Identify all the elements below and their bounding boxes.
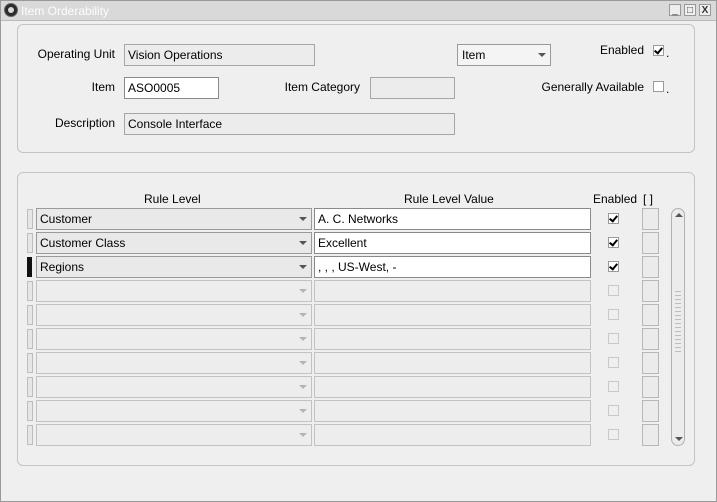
chevron-down-icon — [299, 217, 307, 221]
row-indicator[interactable] — [27, 209, 33, 229]
scroll-grip[interactable] — [675, 291, 681, 353]
rule-level-select[interactable] — [36, 304, 312, 326]
description-label: Description — [54, 116, 115, 130]
row-indicator[interactable] — [27, 257, 32, 277]
chevron-down-icon — [538, 53, 546, 57]
chevron-down-icon — [299, 337, 307, 341]
row-enabled-checkbox[interactable] — [608, 237, 619, 248]
row-flex-field-button[interactable] — [642, 376, 659, 398]
row-flex-field-button[interactable] — [642, 424, 659, 446]
item-label: Item — [91, 80, 115, 94]
item-field[interactable]: ASO0005 — [124, 77, 219, 99]
row-indicator[interactable] — [27, 281, 33, 301]
row-enabled-checkbox[interactable] — [608, 213, 619, 224]
rule-level-value-field[interactable] — [314, 328, 591, 350]
rule-level-select[interactable] — [36, 376, 312, 398]
row-enabled-checkbox[interactable] — [608, 333, 619, 344]
row-enabled-checkbox[interactable] — [608, 381, 619, 392]
minimize-button[interactable]: _ — [669, 4, 681, 16]
rule-level-select[interactable]: Customer — [36, 208, 312, 230]
generally-available-label: Generally Available — [541, 80, 644, 94]
chevron-down-icon — [299, 409, 307, 413]
chevron-down-icon — [299, 361, 307, 365]
row-enabled-checkbox[interactable] — [608, 357, 619, 368]
chevron-down-icon — [299, 241, 307, 245]
rule-level-value-text: Regions — [40, 260, 85, 274]
type-select[interactable]: Item — [457, 44, 551, 66]
rule-level-select[interactable]: Regions — [36, 256, 312, 278]
rule-level-select[interactable] — [36, 280, 312, 302]
type-select-value: Item — [462, 48, 486, 62]
rule-level-select[interactable] — [36, 328, 312, 350]
rule-level-value-field[interactable] — [314, 376, 591, 398]
generally-available-marker: . — [666, 82, 670, 96]
window-title: Item Orderability — [21, 4, 110, 18]
row-enabled-checkbox[interactable] — [608, 309, 619, 320]
row-indicator[interactable] — [27, 305, 33, 325]
item-category-label: Item Category — [284, 80, 360, 94]
row-flex-field-button[interactable] — [642, 328, 659, 350]
title-bar[interactable]: Item Orderability _ □ X — [1, 1, 716, 21]
chevron-down-icon — [299, 265, 307, 269]
row-flex-field-button[interactable] — [642, 232, 659, 254]
rule-level-value-field[interactable] — [314, 304, 591, 326]
rule-level-value-header: Rule Level Value — [404, 192, 494, 206]
rule-level-value-field[interactable]: Excellent — [314, 232, 591, 254]
scroll-up-icon[interactable] — [675, 213, 683, 217]
row-enabled-checkbox[interactable] — [608, 285, 619, 296]
vertical-scrollbar[interactable] — [671, 208, 685, 446]
operating-unit-label: Operating Unit — [37, 47, 115, 61]
enabled-label: Enabled — [599, 43, 644, 57]
row-enabled-checkbox[interactable] — [608, 429, 619, 440]
row-flex-field-button[interactable] — [642, 304, 659, 326]
scroll-down-icon[interactable] — [675, 437, 683, 441]
item-orderability-window: Item Orderability _ □ X Operating Unit V… — [0, 0, 717, 502]
row-enabled-checkbox[interactable] — [608, 261, 619, 272]
row-flex-field-button[interactable] — [642, 280, 659, 302]
chevron-down-icon — [299, 433, 307, 437]
chevron-down-icon — [299, 289, 307, 293]
maximize-button[interactable]: □ — [684, 4, 696, 16]
row-flex-field-button[interactable] — [642, 352, 659, 374]
rule-level-value-field[interactable] — [314, 352, 591, 374]
rule-level-select[interactable] — [36, 424, 312, 446]
rule-level-value-text: Customer — [40, 212, 93, 226]
rule-level-value-field[interactable]: A. C. Networks — [314, 208, 591, 230]
chevron-down-icon — [299, 313, 307, 317]
rule-level-select[interactable]: Customer Class — [36, 232, 312, 254]
description-field[interactable]: Console Interface — [124, 113, 455, 135]
rule-level-select[interactable] — [36, 352, 312, 374]
enabled-checkbox[interactable] — [653, 45, 664, 56]
chevron-down-icon — [299, 385, 307, 389]
row-flex-field-button[interactable] — [642, 208, 659, 230]
rule-level-value-field[interactable]: , , , US-West, - — [314, 256, 591, 278]
rule-level-header: Rule Level — [144, 192, 201, 206]
enabled-marker: . — [666, 46, 670, 60]
extra-column-header: [ ] — [643, 192, 654, 206]
rule-level-value-field[interactable] — [314, 280, 591, 302]
rule-level-value-field[interactable] — [314, 400, 591, 422]
generally-available-checkbox[interactable] — [653, 81, 664, 92]
item-category-field[interactable] — [370, 77, 455, 99]
row-enabled-checkbox[interactable] — [608, 405, 619, 416]
row-indicator[interactable] — [27, 329, 33, 349]
oracle-app-icon — [4, 3, 18, 17]
rule-level-select[interactable] — [36, 400, 312, 422]
row-indicator[interactable] — [27, 233, 33, 253]
rule-level-value-field[interactable] — [314, 424, 591, 446]
row-indicator[interactable] — [27, 425, 33, 445]
row-indicator[interactable] — [27, 401, 33, 421]
operating-unit-field[interactable]: Vision Operations — [124, 44, 315, 66]
enabled-column-header: Enabled — [593, 192, 638, 206]
row-indicator[interactable] — [27, 377, 33, 397]
close-button[interactable]: X — [699, 4, 711, 16]
row-flex-field-button[interactable] — [642, 256, 659, 278]
row-indicator[interactable] — [27, 353, 33, 373]
row-flex-field-button[interactable] — [642, 400, 659, 422]
rule-level-value-text: Customer Class — [40, 236, 126, 250]
